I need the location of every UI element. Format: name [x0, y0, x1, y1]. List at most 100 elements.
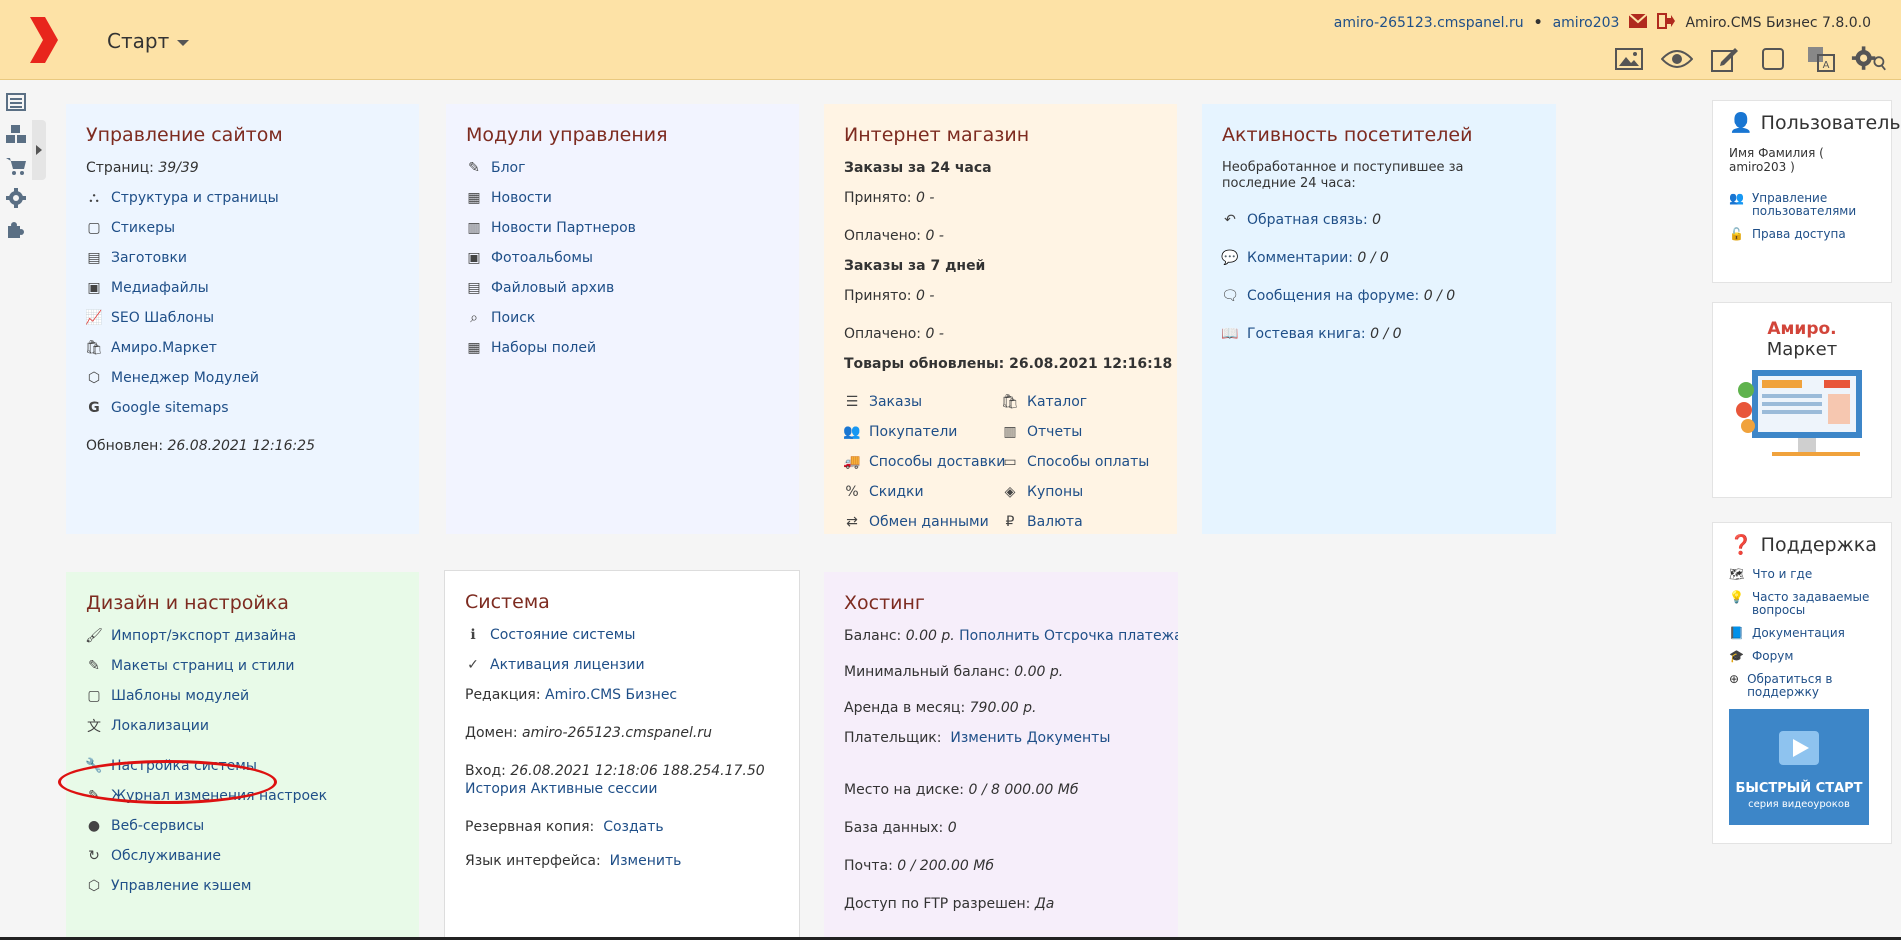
partner-news-link[interactable]: Новости Партнеров: [491, 220, 636, 236]
seo-link[interactable]: SEO Шаблоны: [111, 310, 214, 326]
blanks-link[interactable]: Заготовки: [111, 250, 187, 266]
mail-icon[interactable]: [1628, 13, 1649, 32]
guestbook-link[interactable]: Гостевая книга:: [1247, 326, 1366, 342]
disk-row: Место на диске: 0 / 8 000.00 Мб: [844, 782, 1079, 798]
goods-updated: Товары обновлены: 26.08.2021 12:16:18: [844, 356, 1173, 372]
square-icon[interactable]: [1755, 44, 1791, 74]
cache-management-link[interactable]: Управление кэшем: [111, 878, 251, 894]
history-link[interactable]: История: [465, 781, 526, 797]
news-link[interactable]: Новости: [491, 190, 552, 206]
cache-icon: ⬡: [87, 878, 101, 894]
delivery-icon: 🚚: [843, 454, 861, 470]
access-rights-link[interactable]: Права доступа: [1752, 228, 1846, 241]
chevron-down-icon: [177, 39, 190, 46]
brush-icon: 🖌: [85, 628, 103, 644]
buyers-link[interactable]: Покупатели: [869, 424, 957, 440]
active-sessions-link[interactable]: Активные сессии: [531, 781, 658, 797]
feedback-link[interactable]: Обратная связь:: [1247, 212, 1368, 228]
start-menu-button[interactable]: Старт: [107, 29, 190, 53]
translate-icon[interactable]: A: [1803, 44, 1839, 74]
photo-albums-link[interactable]: Фотоальбомы: [491, 250, 593, 266]
web-services-link[interactable]: Веб-сервисы: [111, 818, 204, 834]
sidebar-toggle[interactable]: [32, 120, 46, 180]
blog-link[interactable]: Блог: [491, 160, 525, 176]
faq-link[interactable]: Часто задаваемые вопросы: [1752, 591, 1875, 617]
media-link[interactable]: Медиафайлы: [111, 280, 209, 296]
eye-icon[interactable]: [1659, 44, 1695, 74]
catalog-link[interactable]: Каталог: [1027, 394, 1087, 410]
quick-start-video[interactable]: БЫСТРЫЙ СТАРТ серия видеоуроков: [1729, 709, 1869, 825]
structure-link[interactable]: Структура и страницы: [111, 190, 279, 206]
comment-icon: 💬: [1221, 250, 1239, 266]
forum-link[interactable]: Форум: [1752, 650, 1793, 663]
discounts-link[interactable]: Скидки: [869, 484, 924, 500]
shop-panel-title: Интернет магазин: [844, 124, 1030, 146]
cart-icon[interactable]: [0, 150, 32, 182]
edition-link[interactable]: Amiro.CMS Бизнес: [545, 687, 677, 703]
edit-icon[interactable]: [1707, 44, 1743, 74]
module-manager-link[interactable]: Менеджер Модулей: [111, 370, 259, 386]
payment-icon: ▭: [1003, 454, 1017, 470]
amiro-market-banner[interactable]: Амиро. Маркет: [1712, 302, 1892, 498]
support-box: ❓ Поддержка 🗺 Что и где 💡 Часто задаваемые …: [1712, 522, 1892, 844]
module-templates-link[interactable]: Шаблоны модулей: [111, 688, 249, 704]
create-backup-link[interactable]: Создать: [603, 819, 663, 835]
site-panel-title: Управление сайтом: [86, 124, 283, 146]
lifebuoy-icon: ⊕: [1729, 672, 1740, 686]
page-layouts-link[interactable]: Макеты страниц и стили: [111, 658, 294, 674]
gear-icon[interactable]: [0, 182, 32, 214]
book-icon: 📘: [1729, 626, 1744, 640]
maintenance-link[interactable]: Обслуживание: [111, 848, 221, 864]
monitor-illustration-icon: [1736, 370, 1862, 456]
documentation-link[interactable]: Документация: [1752, 627, 1845, 640]
google-sitemaps-link[interactable]: Google sitemaps: [111, 400, 229, 416]
payment-link[interactable]: Способы оплаты: [1027, 454, 1149, 470]
design-import-export-link[interactable]: Импорт/экспорт дизайна: [111, 628, 296, 644]
delivery-link[interactable]: Способы доставки: [869, 454, 1005, 470]
settings-log-link[interactable]: Журнал изменения настроек: [111, 788, 327, 804]
pages-count: Страниц: 39/39: [86, 160, 199, 176]
change-payer-link[interactable]: Изменить: [950, 730, 1022, 746]
localizations-link[interactable]: Локализации: [111, 718, 209, 734]
top-up-link[interactable]: Пополнить: [959, 628, 1039, 644]
orders-link[interactable]: Заказы: [869, 394, 922, 410]
field-sets-link[interactable]: Наборы полей: [491, 340, 596, 356]
documents-link[interactable]: Документы: [1027, 730, 1111, 746]
amiro-logo-icon[interactable]: [28, 17, 58, 67]
what-where-link[interactable]: Что и где: [1752, 568, 1812, 581]
system-state-link[interactable]: Состояние системы: [490, 627, 635, 643]
system-settings-link[interactable]: Настройка системы: [111, 758, 257, 774]
contact-support-link[interactable]: Обратиться в поддержку: [1747, 673, 1875, 699]
buyers-icon: 👥: [843, 424, 861, 440]
forum-messages-link[interactable]: Сообщения на форуме:: [1247, 288, 1419, 304]
unlock-icon: 🔓: [1729, 227, 1744, 241]
settings-search-icon[interactable]: [1851, 44, 1887, 74]
amiro-market-link[interactable]: Амиро.Маркет: [111, 340, 217, 356]
logout-icon[interactable]: [1657, 13, 1676, 33]
reports-link[interactable]: Отчеты: [1027, 424, 1082, 440]
comments-link[interactable]: Комментарии:: [1247, 250, 1353, 266]
feedback-count: 0: [1372, 212, 1382, 228]
cubes-icon[interactable]: [0, 118, 32, 150]
file-archive-link[interactable]: Файловый архив: [491, 280, 614, 296]
photo-icon: ▣: [467, 250, 481, 266]
orders-24h-accepted: Принято: 0 -: [844, 190, 935, 206]
image-icon[interactable]: [1611, 44, 1647, 74]
coupons-link[interactable]: Купоны: [1027, 484, 1083, 500]
domain-link[interactable]: amiro-265123.cmspanel.ru: [1334, 15, 1524, 31]
puzzle-icon[interactable]: [0, 214, 32, 246]
stickers-link[interactable]: Стикеры: [111, 220, 175, 236]
balance-row: Баланс: 0.00 р. Пополнить Отсрочка плате…: [844, 628, 1178, 644]
license-activation-link[interactable]: Активация лицензии: [490, 657, 645, 673]
system-panel: Система ℹ Состояние системы ✓ Активация ли…: [444, 570, 800, 940]
activity-description: Необработанное и поступившее за последни…: [1222, 160, 1464, 191]
exchange-link[interactable]: Обмен данными: [869, 514, 989, 530]
manage-users-link[interactable]: Управление пользователями: [1752, 192, 1875, 218]
username-link[interactable]: amiro203: [1553, 15, 1620, 31]
list-icon[interactable]: [0, 86, 32, 118]
change-language-link[interactable]: Изменить: [610, 853, 682, 869]
search-link[interactable]: Поиск: [491, 310, 535, 326]
currency-link[interactable]: Валюта: [1027, 514, 1083, 530]
catalog-icon: 🛍: [1001, 394, 1019, 410]
payment-deferral-link[interactable]: Отсрочка платежа: [1044, 628, 1178, 644]
